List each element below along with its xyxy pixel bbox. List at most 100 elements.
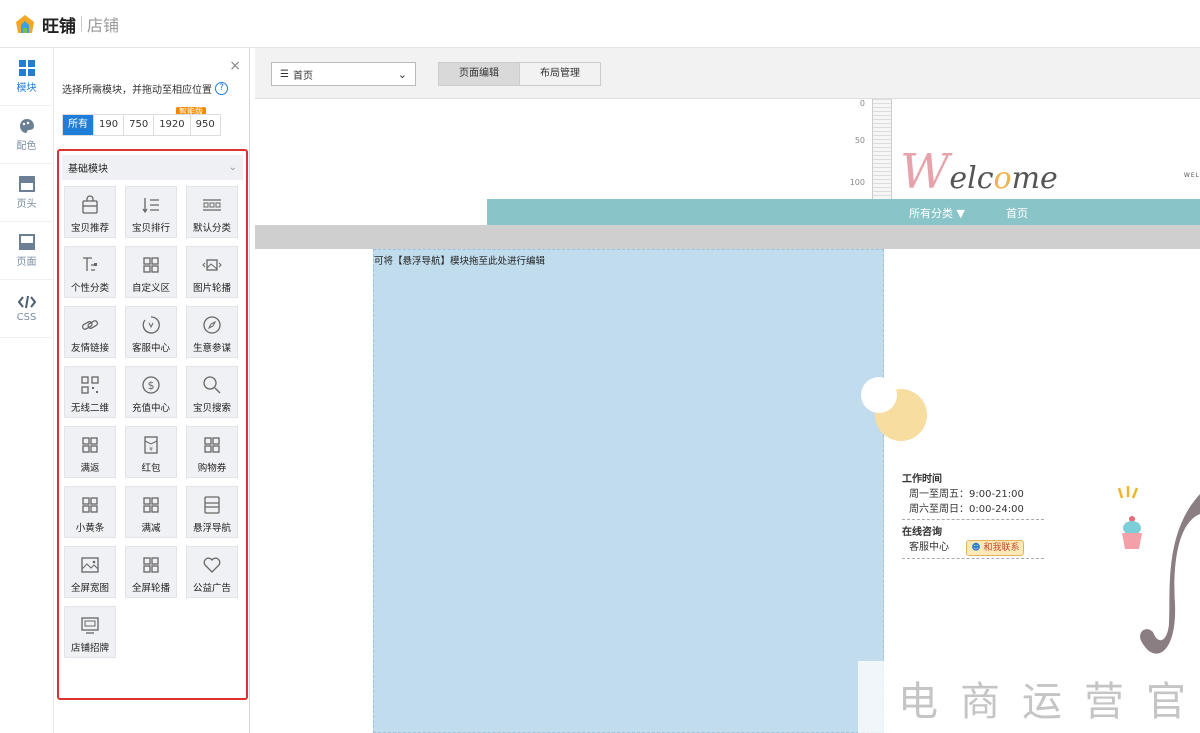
rail-label: 模块	[16, 82, 37, 94]
module-tile[interactable]: 全屏宽图	[64, 546, 116, 598]
tab-page-edit[interactable]: 页面编辑	[438, 62, 520, 86]
module-tile[interactable]: 悬浮导航	[186, 486, 238, 538]
module-tile[interactable]: ¥ 红包	[125, 426, 177, 478]
service-center-label: 客服中心	[909, 542, 949, 553]
weekday-hours: 周一至周五：9:00-21:00	[909, 489, 1024, 500]
module-tile[interactable]: 购物券	[186, 426, 238, 478]
floating-nav-icon	[204, 496, 220, 514]
module-label: 满返	[80, 463, 100, 474]
menu-icon: ☰	[280, 68, 289, 80]
module-grid: 宝贝推荐 宝贝排行 默认分类 个性分类 自定义区 图片轮播 友情链接 客服中心 …	[64, 186, 238, 658]
page-selector[interactable]: ☰ 首页 ⌄	[271, 62, 416, 86]
module-label: 个性分类	[70, 283, 109, 294]
chevron-down-icon: ⌄	[397, 67, 407, 81]
brand-divider	[81, 16, 82, 32]
module-tile[interactable]: 默认分类	[186, 186, 238, 238]
sort-icon	[142, 198, 159, 214]
svg-text:¥: ¥	[149, 446, 153, 453]
filter-750[interactable]: 750	[124, 115, 155, 135]
brand[interactable]: 旺铺 店铺	[14, 12, 119, 37]
bag-icon	[82, 195, 98, 214]
service-icon	[142, 316, 160, 334]
welcome-part-b: me	[1011, 161, 1058, 196]
module-tile[interactable]: 全屏轮播	[125, 546, 177, 598]
rail-item-css[interactable]: CSS	[0, 280, 53, 338]
editor-toolbar: ☰ 首页 ⌄ 页面编辑 布局管理	[255, 48, 1200, 99]
ruler-tick: 50	[854, 136, 865, 145]
nav-item-home[interactable]: 首页	[1006, 205, 1028, 221]
top-bar: 旺铺 店铺	[0, 0, 1200, 48]
blocks-icon	[82, 497, 98, 513]
width-filter: 所有 190 750 1920 950	[62, 114, 221, 136]
module-tile[interactable]: 自定义区	[125, 246, 177, 298]
help-icon[interactable]: ?	[215, 82, 228, 95]
rail-item-header[interactable]: 页头	[0, 164, 53, 222]
welcome-o: o	[993, 161, 1012, 196]
rail-item-modules[interactable]: 模块	[0, 48, 53, 106]
module-tile[interactable]: 个性分类	[64, 246, 116, 298]
filter-all[interactable]: 所有	[63, 115, 94, 135]
filter-1920[interactable]: 1920	[154, 115, 191, 135]
module-tile[interactable]: 图片轮播	[186, 246, 238, 298]
watermark-text: 电商运营官	[898, 679, 1200, 725]
section-header[interactable]: 基础模块 ⌄	[62, 155, 243, 180]
module-tile[interactable]: 宝贝推荐	[64, 186, 116, 238]
shop-navbar: 所有分类 ▼ 首页	[487, 199, 1200, 225]
svg-text:$: $	[148, 379, 155, 392]
module-tile[interactable]: 满返	[64, 426, 116, 478]
module-tile[interactable]: 生意参谋	[186, 306, 238, 358]
moon-decoration-cutout	[861, 377, 897, 413]
module-tile[interactable]: 店铺招牌	[64, 606, 116, 658]
close-icon[interactable]: ×	[229, 58, 241, 74]
module-tile[interactable]: 无线二维	[64, 366, 116, 418]
module-tile[interactable]: $ 充值中心	[125, 366, 177, 418]
drop-zone-hint: 可将【悬浮导航】模块拖至此处进行编辑	[374, 256, 546, 267]
module-label: 满减	[141, 523, 161, 534]
dashed-divider	[902, 558, 1044, 559]
welcome-banner: Welcome	[900, 144, 1058, 200]
module-tile[interactable]: 公益广告	[186, 546, 238, 598]
nav-item-all-categories[interactable]: 所有分类 ▼	[909, 205, 965, 221]
tab-layout-manage[interactable]: 布局管理	[519, 62, 601, 86]
contact-me-button[interactable]: ☻ 和我联系	[966, 540, 1025, 556]
basic-module-group: 基础模块 ⌄ 宝贝推荐 宝贝排行 默认分类 个性分类 自定义区 图片轮播 友情链…	[57, 149, 248, 700]
module-tile[interactable]: 客服中心	[125, 306, 177, 358]
blocks-icon	[143, 257, 159, 273]
category-icon	[203, 199, 221, 211]
module-tile[interactable]: 宝贝搜索	[186, 366, 238, 418]
section-title: 基础模块	[68, 164, 108, 175]
tree-icon	[83, 257, 97, 271]
module-label: 客服中心	[131, 343, 170, 354]
ruler-tick: 100	[849, 178, 865, 187]
blocks-icon	[204, 437, 220, 453]
module-tile[interactable]: 友情链接	[64, 306, 116, 358]
filter-190[interactable]: 190	[94, 115, 125, 135]
header-icon	[18, 175, 35, 192]
module-label: 公益广告	[192, 583, 231, 594]
module-label: 购物券	[197, 463, 227, 474]
search-icon	[203, 376, 221, 394]
link-icon	[81, 320, 99, 330]
module-label: 宝贝排行	[131, 223, 170, 234]
module-label: 全屏轮播	[131, 583, 170, 594]
blocks-icon	[82, 437, 98, 453]
panel-hint: 选择所需模块，并拖动至相应位置 ?	[62, 81, 228, 96]
module-label: 图片轮播	[192, 283, 231, 294]
panel-hint-text: 选择所需模块，并拖动至相应位置	[62, 85, 212, 96]
image-icon	[81, 557, 99, 573]
module-tile[interactable]: 满减	[125, 486, 177, 538]
floating-nav-drop-zone[interactable]: 可将【悬浮导航】模块拖至此处进行编辑	[373, 249, 884, 733]
rail-item-page[interactable]: 页面	[0, 222, 53, 280]
page-icon	[18, 233, 35, 250]
grid-icon	[18, 59, 35, 76]
filter-950[interactable]: 950	[190, 115, 220, 135]
brand-name: 旺铺	[42, 16, 76, 37]
rail-label: CSS	[16, 311, 37, 323]
blocks-icon	[143, 557, 159, 573]
online-consult-title: 在线咨询	[902, 527, 942, 538]
module-tile[interactable]: 小黄条	[64, 486, 116, 538]
page-selector-value: 首页	[292, 70, 313, 82]
rail-item-colors[interactable]: 配色	[0, 106, 53, 164]
code-icon	[17, 295, 36, 308]
module-tile[interactable]: 宝贝排行	[125, 186, 177, 238]
